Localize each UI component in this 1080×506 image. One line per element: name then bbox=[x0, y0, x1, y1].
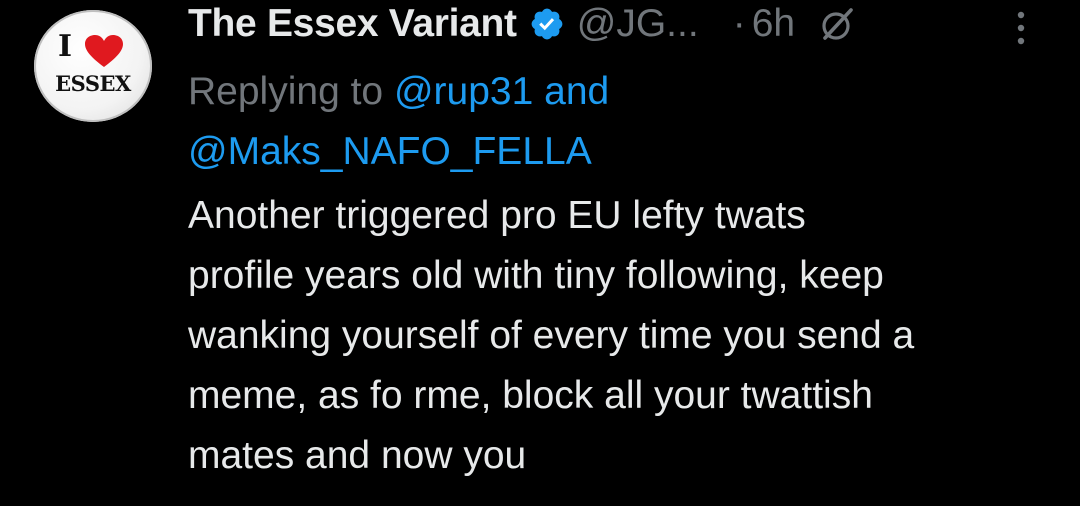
mention-rup31[interactable]: @rup31 bbox=[394, 70, 533, 113]
tweet-body-line: mates and now you bbox=[188, 434, 527, 477]
avatar[interactable]: I ESSEX bbox=[34, 10, 152, 122]
timestamp[interactable]: 6h bbox=[752, 2, 795, 46]
tweet-body-line: profile years old with tiny following, k… bbox=[188, 254, 884, 297]
tweet-body: Another triggered pro EU lefty twats pro… bbox=[188, 186, 1068, 486]
tweet-body-line: Another triggered pro EU lefty twats bbox=[188, 194, 806, 237]
more-vertical-icon[interactable] bbox=[1013, 8, 1029, 48]
mention-maks-nafo-fella[interactable]: @Maks_NAFO_FELLA bbox=[188, 130, 592, 173]
replying-conjunction[interactable]: and bbox=[544, 70, 609, 113]
display-name[interactable]: The Essex Variant bbox=[188, 2, 517, 46]
replying-to: Replying to @rup31 and @Maks_NAFO_FELLA bbox=[188, 62, 1048, 182]
tweet-body-line: wanking yourself of every time you send … bbox=[188, 314, 915, 357]
replying-prefix: Replying to bbox=[188, 70, 384, 113]
tweet[interactable]: I ESSEX The Essex Variant @JG... · 6h Re… bbox=[0, 0, 1080, 506]
tweet-body-line: meme, as fo rme, block all your twattish bbox=[188, 374, 873, 417]
handle[interactable]: @JG... bbox=[577, 2, 699, 46]
heart-icon bbox=[85, 35, 123, 67]
grok-icon[interactable] bbox=[817, 4, 857, 44]
avatar-bottom-text: ESSEX bbox=[55, 71, 131, 96]
avatar-top-text: I bbox=[58, 29, 73, 64]
verified-badge-icon[interactable] bbox=[529, 6, 565, 42]
tweet-header: The Essex Variant @JG... · 6h bbox=[188, 0, 857, 48]
separator-dot: · bbox=[732, 2, 746, 45]
